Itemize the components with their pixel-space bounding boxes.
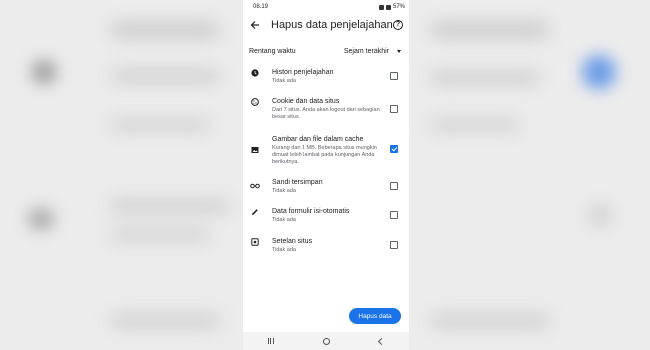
- item-subtitle: Tidak ada: [272, 78, 296, 84]
- site-settings-checkbox[interactable]: [390, 241, 398, 249]
- item-subtitle: Tidak ada: [272, 217, 296, 223]
- clear-data-button[interactable]: Hapus data: [349, 308, 401, 324]
- item-passwords[interactable]: Sandi tersimpan Tidak ada: [243, 178, 409, 195]
- recents-icon[interactable]: [267, 338, 274, 344]
- system-nav-bar: [243, 332, 409, 350]
- arrow-back-icon[interactable]: [249, 19, 261, 31]
- status-bar: 08.19 57%: [243, 0, 409, 14]
- item-title: Sandi tersimpan: [272, 179, 323, 186]
- item-history[interactable]: Histori penjelajahan Tidak ada: [243, 68, 409, 85]
- clock-icon: [250, 68, 260, 78]
- page-title: Hapus data penjelajahan: [271, 19, 393, 31]
- item-title: Cookie dan data situs: [272, 98, 340, 105]
- item-title: Data formulir isi-otomatis: [272, 208, 350, 215]
- nav-back-icon[interactable]: [378, 337, 386, 345]
- time-range-label: Rentang waktu: [249, 47, 296, 55]
- time-range-row[interactable]: Rentang waktu Sejam terakhir: [243, 38, 409, 64]
- item-subtitle: Dari 7 situs. Anda akan logout dari seba…: [272, 107, 380, 120]
- cache-checkbox[interactable]: [390, 145, 398, 153]
- phone-screen: 08.19 57% Hapus data penjelajahan ? Rent…: [243, 0, 409, 350]
- autofill-checkbox[interactable]: [390, 211, 398, 219]
- status-icons: 57%: [378, 4, 405, 10]
- item-cookies[interactable]: Cookie dan data situs Dari 7 situs. Anda…: [243, 97, 409, 121]
- item-autofill[interactable]: Data formulir isi-otomatis Tidak ada: [243, 207, 409, 224]
- status-time: 08.19: [253, 4, 269, 10]
- key-icon: [250, 181, 260, 191]
- site-settings-icon: [250, 237, 260, 247]
- cookie-icon: [250, 97, 260, 107]
- passwords-checkbox[interactable]: [390, 182, 398, 190]
- item-subtitle: Kurang dari 1 MB. Beberapa situs mungkin…: [272, 145, 377, 165]
- history-checkbox[interactable]: [390, 72, 398, 80]
- app-bar: Hapus data penjelajahan ?: [243, 14, 409, 36]
- item-title: Histori penjelajahan: [272, 69, 334, 76]
- dropdown-caret-icon[interactable]: [397, 49, 401, 53]
- item-subtitle: Tidak ada: [272, 188, 296, 194]
- item-site-settings[interactable]: Setelan situs Tidak ada: [243, 237, 409, 254]
- item-title: Gambar dan file dalam cache: [272, 136, 364, 143]
- home-icon[interactable]: [322, 337, 330, 345]
- time-range-value[interactable]: Sejam terakhir: [344, 48, 389, 55]
- pencil-icon: [250, 207, 260, 217]
- cookies-checkbox[interactable]: [390, 105, 398, 113]
- help-icon[interactable]: ?: [393, 20, 403, 30]
- item-title: Setelan situs: [272, 238, 313, 245]
- battery-level: 57%: [392, 4, 405, 10]
- image-icon: [250, 145, 260, 155]
- item-cache[interactable]: Gambar dan file dalam cache Kurang dari …: [243, 135, 409, 166]
- item-subtitle: Tidak ada: [272, 247, 296, 253]
